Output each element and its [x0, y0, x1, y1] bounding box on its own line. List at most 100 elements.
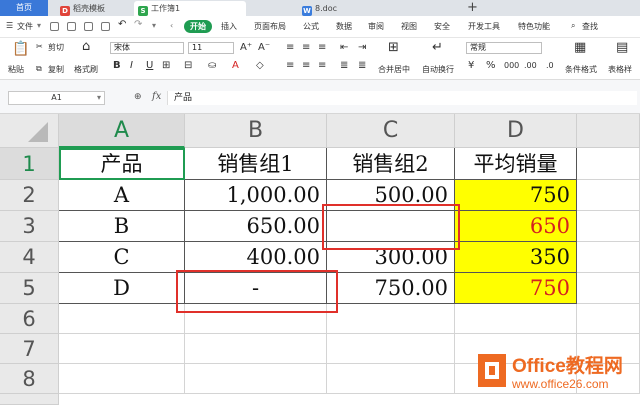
column-header-c[interactable]: C: [327, 114, 455, 148]
select-all-button[interactable]: [0, 114, 59, 148]
distribute-icon[interactable]: ≣: [358, 60, 366, 72]
name-box[interactable]: A1 ▾: [8, 91, 105, 105]
cell-e5[interactable]: [577, 273, 640, 304]
wrap-text-button[interactable]: 自动换行: [422, 64, 454, 75]
merge-center-button[interactable]: 合并居中: [378, 64, 410, 75]
open-icon[interactable]: [67, 22, 76, 31]
align-bottom-icon[interactable]: ≡: [318, 42, 326, 54]
row-header-1[interactable]: 1: [0, 148, 59, 180]
cell-d5[interactable]: 750: [455, 273, 577, 304]
number-format-select[interactable]: 常规: [466, 42, 542, 54]
column-header-d[interactable]: D: [455, 114, 577, 148]
font-grow-icon[interactable]: A⁺: [240, 42, 252, 54]
cell-d4[interactable]: 350: [455, 242, 577, 273]
align-middle-icon[interactable]: ≡: [302, 42, 310, 54]
row-header-3[interactable]: 3: [0, 211, 59, 242]
menu-data[interactable]: 数据: [336, 21, 352, 32]
cell-b8[interactable]: [185, 364, 327, 394]
zoom-icon[interactable]: ⊕: [134, 92, 142, 102]
align-center-icon[interactable]: ≡: [302, 60, 310, 72]
currency-icon[interactable]: ¥: [468, 60, 474, 72]
row-header-6[interactable]: 6: [0, 304, 59, 334]
cell-c8[interactable]: [327, 364, 455, 394]
scissors-icon[interactable]: ✂: [36, 42, 43, 51]
paste-icon[interactable]: 📋: [12, 41, 29, 57]
row-header-4[interactable]: 4: [0, 242, 59, 273]
cell-a1[interactable]: 产品: [59, 148, 185, 180]
italic-icon[interactable]: I: [130, 60, 133, 72]
cell-c6[interactable]: [327, 304, 455, 334]
menu-search[interactable]: 查找: [582, 21, 598, 32]
menu-review[interactable]: 审阅: [368, 21, 384, 32]
function-icon[interactable]: fx: [152, 91, 161, 102]
cut-button[interactable]: 剪切: [48, 42, 64, 53]
cell-d1[interactable]: 平均销量: [455, 148, 577, 180]
row-header-2[interactable]: 2: [0, 180, 59, 211]
increase-decimal-icon[interactable]: .00: [524, 60, 537, 72]
menu-start[interactable]: 开始: [184, 20, 212, 33]
cell-b7[interactable]: [185, 334, 327, 364]
percent-icon[interactable]: %: [486, 60, 496, 72]
preview-icon[interactable]: [101, 22, 110, 31]
cell-a2[interactable]: A: [59, 180, 185, 211]
cell-a8[interactable]: [59, 364, 185, 394]
menu-security[interactable]: 安全: [434, 21, 450, 32]
cell-b2[interactable]: 1,000.00: [185, 180, 327, 211]
tab-template[interactable]: D 稻壳模板: [56, 1, 134, 16]
justify-icon[interactable]: ≣: [340, 60, 348, 72]
indent-icon[interactable]: ⇤: [340, 42, 348, 54]
align-right-icon[interactable]: ≡: [318, 60, 326, 72]
wrap-text-icon[interactable]: ↵: [432, 41, 443, 54]
table-style-icon[interactable]: ▤: [616, 41, 628, 54]
print-icon[interactable]: [84, 22, 93, 31]
chevron-down-icon[interactable]: ▾: [97, 92, 101, 104]
menu-insert[interactable]: 插入: [221, 21, 237, 32]
merge-icon[interactable]: ⊟: [184, 60, 192, 72]
align-left-icon[interactable]: ≡: [286, 60, 294, 72]
menu-formula[interactable]: 公式: [303, 21, 319, 32]
cell-d3[interactable]: 650: [455, 211, 577, 242]
menu-page-layout[interactable]: 页面布局: [254, 21, 286, 32]
copy-icon[interactable]: ⧉: [36, 64, 42, 74]
copy-button[interactable]: 复制: [48, 64, 64, 75]
eraser-icon[interactable]: ◇: [256, 60, 264, 72]
cell-b3[interactable]: 650.00: [185, 211, 327, 242]
chevron-down-icon[interactable]: ▾: [37, 21, 41, 30]
brush-icon[interactable]: ⌂: [82, 40, 90, 53]
row-header-7[interactable]: 7: [0, 334, 59, 364]
border-icon[interactable]: ⊞: [162, 60, 170, 72]
cell-a3[interactable]: B: [59, 211, 185, 242]
tab-workbook[interactable]: S 工作簿1: [134, 1, 246, 16]
font-name-select[interactable]: 宋体: [110, 42, 184, 54]
column-header-b[interactable]: B: [185, 114, 327, 148]
cell-c1[interactable]: 销售组2: [327, 148, 455, 180]
search-icon[interactable]: ⌕: [571, 21, 575, 31]
font-color-icon[interactable]: A: [232, 60, 239, 72]
column-header-e[interactable]: [577, 114, 640, 148]
outdent-icon[interactable]: ⇥: [358, 42, 366, 54]
underline-icon[interactable]: U: [146, 60, 153, 72]
font-shrink-icon[interactable]: A⁻: [258, 42, 270, 54]
conditional-format-icon[interactable]: ▦: [574, 41, 586, 54]
cell-d6[interactable]: [455, 304, 577, 334]
column-header-a[interactable]: A: [59, 114, 185, 148]
cell-a6[interactable]: [59, 304, 185, 334]
cell-c5[interactable]: 750.00: [327, 273, 455, 304]
redo-icon[interactable]: ↷: [134, 19, 142, 30]
save-icon[interactable]: [50, 22, 59, 31]
paste-button[interactable]: 粘贴: [8, 64, 24, 75]
customize-icon[interactable]: ▾: [152, 21, 156, 30]
row-header-9[interactable]: [0, 394, 59, 405]
thousands-icon[interactable]: 000: [504, 60, 519, 72]
cell-d2[interactable]: 750: [455, 180, 577, 211]
table-style-button[interactable]: 表格样: [608, 64, 632, 75]
cell-c7[interactable]: [327, 334, 455, 364]
undo-icon[interactable]: ↶: [118, 19, 126, 30]
fill-color-icon[interactable]: ⛀: [208, 60, 216, 72]
menu-developer[interactable]: 开发工具: [468, 21, 500, 32]
cell-e6[interactable]: [577, 304, 640, 334]
menu-view[interactable]: 视图: [401, 21, 417, 32]
format-painter-button[interactable]: 格式刷: [74, 64, 98, 75]
cell-b4[interactable]: 400.00: [185, 242, 327, 273]
menu-file[interactable]: 文件: [17, 21, 33, 32]
